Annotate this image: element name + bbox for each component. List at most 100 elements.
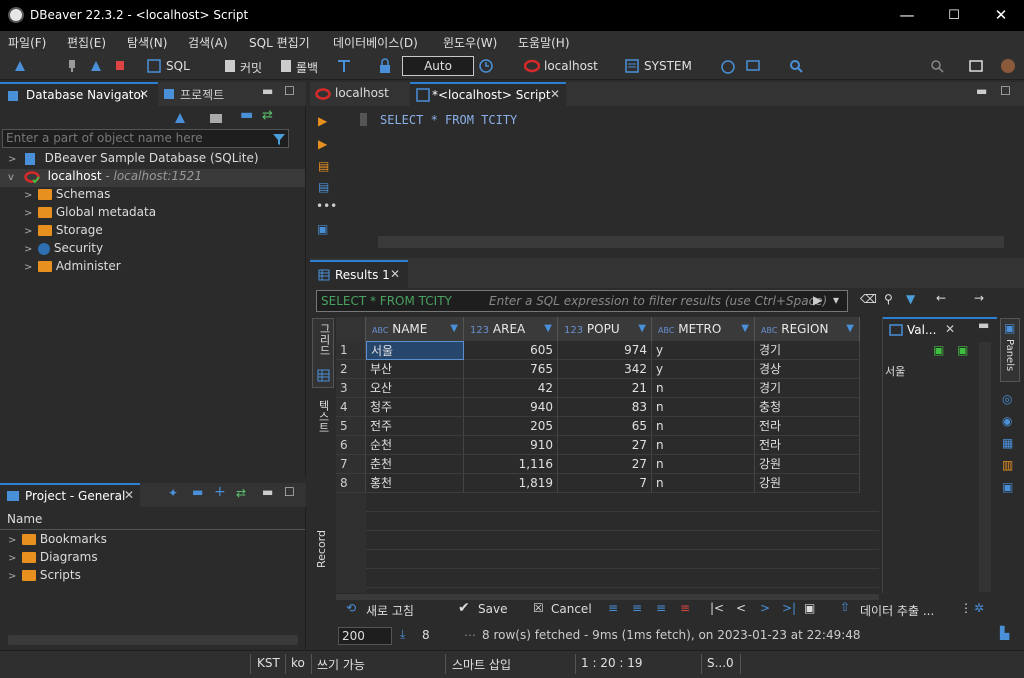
results-filter-bar[interactable]: SELECT * FROM TCITY Enter a SQL expressi… (316, 290, 848, 312)
cell-name[interactable]: 오산 (366, 379, 464, 398)
auto-commit-mode[interactable]: Auto (402, 56, 474, 76)
menu-database[interactable]: 데이터베이스(D) (333, 34, 418, 51)
save-icon[interactable]: ✔ (458, 600, 470, 616)
execute-new-tab-icon[interactable]: ▶ (318, 137, 327, 151)
back-icon[interactable]: ← (936, 291, 946, 305)
global-search-icon[interactable] (929, 58, 945, 74)
menu-edit[interactable]: 편집(E) (67, 34, 106, 51)
cell-metro[interactable]: n (652, 398, 755, 417)
metadata-icon[interactable]: ▥ (1002, 458, 1013, 472)
close-icon[interactable]: ✕ (390, 267, 400, 281)
refresh-icon[interactable]: ⟲ (346, 601, 356, 615)
chevron-right-icon[interactable]: > (8, 535, 18, 546)
save-button[interactable]: Save (478, 602, 507, 616)
cell-popu[interactable]: 83 (558, 398, 652, 417)
new-connection-icon[interactable] (12, 58, 28, 74)
cell-popu[interactable]: 27 (558, 436, 652, 455)
editor-horizontal-scrollbar[interactable] (378, 236, 1004, 248)
maximize-view-icon[interactable]: ☐ (1000, 84, 1011, 98)
dashboard-icon[interactable] (720, 58, 736, 74)
link-editor-icon[interactable]: ⇄ (236, 486, 246, 500)
minimize-view-icon[interactable]: ▬ (262, 84, 273, 98)
more-icon[interactable]: ••• (316, 199, 337, 213)
column-header-area[interactable]: 123 AREA ▼ (464, 317, 558, 341)
previous-page-icon[interactable]: < (736, 601, 746, 615)
value-text[interactable]: 서울 (885, 363, 905, 379)
last-page-icon[interactable]: >| (782, 601, 796, 615)
cell-region[interactable]: 경상 (755, 360, 860, 379)
commit-icon[interactable] (222, 58, 238, 74)
side-tab-text[interactable]: 텍스트 (312, 396, 334, 458)
export-icon[interactable]: ⇧ (840, 600, 850, 614)
active-connection[interactable]: localhost (544, 59, 598, 73)
cell-metro[interactable]: y (652, 341, 755, 360)
cell-popu[interactable]: 65 (558, 417, 652, 436)
cell-area[interactable]: 910 (464, 436, 558, 455)
maximize-view-icon[interactable]: ☐ (284, 84, 295, 98)
cell-metro[interactable]: n (652, 417, 755, 436)
cell-metro[interactable]: n (652, 436, 755, 455)
tab-localhost[interactable]: localhost (310, 82, 402, 106)
tree-item-storage[interactable]: > Storage (24, 223, 103, 241)
chevron-right-icon[interactable]: > (8, 571, 18, 582)
cell-name[interactable]: 청주 (366, 398, 464, 417)
chevron-right-icon[interactable]: > (8, 553, 18, 564)
tab-results-1[interactable]: Results 1 ✕ (310, 260, 408, 288)
minimize-view-icon[interactable]: ▬ (976, 84, 987, 98)
tab-projects[interactable]: 프로젝트 (180, 86, 224, 103)
cell-name[interactable]: 부산 (366, 360, 464, 379)
fetch-next-icon[interactable]: ⤓ (400, 627, 405, 642)
cell-region[interactable]: 경기 (755, 379, 860, 398)
collapse-all-icon[interactable]: ▬ (192, 485, 203, 499)
link-editor-icon[interactable]: ⇄ (262, 108, 273, 123)
collapse-all-icon[interactable]: ▬ (240, 107, 253, 123)
tree-item-bookmarks[interactable]: > Bookmarks (8, 532, 107, 550)
menu-window[interactable]: 윈도우(W) (443, 34, 497, 51)
dbeaver-perspective-icon[interactable] (1000, 58, 1016, 74)
clock-icon[interactable] (478, 58, 494, 74)
cell-popu[interactable]: 21 (558, 379, 652, 398)
chevron-right-icon[interactable]: > (24, 208, 34, 219)
cell-popu[interactable]: 27 (558, 455, 652, 474)
perspective-icon[interactable] (968, 58, 984, 74)
erd-icon[interactable] (745, 58, 761, 74)
cancel-button[interactable]: Cancel (551, 602, 592, 616)
commit-button[interactable]: 커밋 (240, 59, 262, 76)
sort-icon[interactable]: ▼ (638, 317, 646, 341)
forward-icon[interactable]: → (974, 291, 984, 305)
chevron-right-icon[interactable]: > (8, 154, 18, 165)
menu-sql-editor[interactable]: SQL 편집기 (249, 34, 310, 51)
cell-popu[interactable]: 342 (558, 360, 652, 379)
cell-area[interactable]: 1,819 (464, 474, 558, 493)
cell-metro[interactable]: n (652, 455, 755, 474)
export-data-button[interactable]: 데이터 추출 ... (860, 602, 934, 619)
copy-row-icon[interactable]: ≡ (656, 601, 666, 615)
cell-metro[interactable]: n (652, 474, 755, 493)
menu-help[interactable]: 도움말(H) (518, 34, 570, 51)
cell-area[interactable]: 1,116 (464, 455, 558, 474)
close-icon[interactable]: ✕ (945, 322, 955, 336)
edit-row-icon[interactable]: ≡ (608, 601, 618, 615)
chevron-right-icon[interactable]: > (24, 190, 34, 201)
disconnect-icon[interactable] (88, 58, 104, 74)
refresh-button[interactable]: 새로 고침 (366, 602, 414, 619)
clear-filter-icon[interactable]: ⌫ (860, 292, 877, 306)
side-tab-record[interactable]: Record (312, 526, 334, 588)
menu-file[interactable]: 파일(F) (8, 34, 46, 51)
menu-search[interactable]: 검색(A) (188, 34, 228, 51)
row-number[interactable]: 6 (336, 436, 366, 455)
filter-history-icon[interactable]: ▾ (833, 293, 839, 307)
tree-item-scripts[interactable]: > Scripts (8, 568, 81, 586)
column-header-popu[interactable]: 123 POPU ▼ (558, 317, 652, 341)
results-grid[interactable]: ABC NAME ▼ 123 AREA ▼ 123 POPU ▼ ABC METRO ▼… (336, 317, 879, 593)
sort-icon[interactable]: ▼ (741, 317, 749, 341)
panels-toggle[interactable]: ▣ Panels (1000, 318, 1020, 382)
tab-project-general[interactable]: Project - General ✕ (0, 483, 140, 507)
console-icon[interactable]: ▣ (317, 222, 328, 236)
tree-item-schemas[interactable]: > Schemas (24, 187, 110, 205)
horizontal-scrollbar[interactable] (8, 635, 298, 645)
close-button[interactable]: ✕ (978, 0, 1024, 31)
invalidate-icon[interactable] (112, 58, 128, 74)
fetch-size-input[interactable]: 200 (338, 627, 392, 645)
cell-metro[interactable]: n (652, 379, 755, 398)
